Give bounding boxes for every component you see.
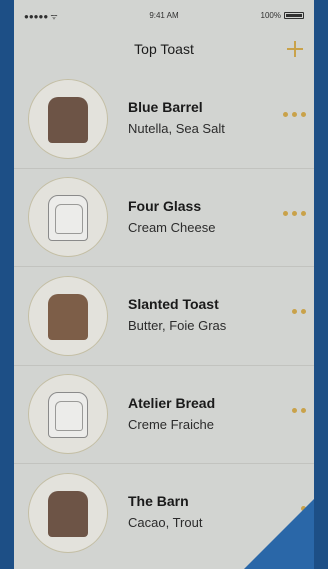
battery-indicator: 100% [261, 11, 304, 20]
battery-percent: 100% [260, 11, 281, 20]
toast-topping: Butter, Foie Gras [128, 318, 227, 333]
toast-name: Blue Barrel [128, 99, 203, 115]
star-icon [292, 309, 297, 314]
list-item[interactable]: Four Glass Cream Cheese [14, 169, 314, 267]
toast-thumbnail [28, 374, 108, 455]
add-toast-button[interactable] [280, 34, 310, 64]
toast-thumbnail [28, 177, 108, 258]
star-icon [301, 407, 306, 413]
navigation-bar: Top Toast [14, 30, 314, 70]
toast-icon [48, 293, 88, 340]
list-item[interactable]: Atelier Bread Creme Fraiche [14, 366, 314, 464]
star-icon [292, 210, 297, 216]
battery-icon [284, 12, 304, 19]
toast-topping: Cream Cheese [128, 219, 216, 235]
rating-stars [292, 407, 306, 413]
toast-name: Slanted Toast [128, 296, 219, 312]
star-icon [301, 210, 306, 216]
star-icon [301, 309, 306, 314]
toast-topping: Nutella, Sea Salt [128, 121, 225, 136]
star-icon [292, 112, 297, 117]
star-icon [283, 112, 288, 117]
toast-list: Blue Barrel Nutella, Sea Salt Four Glass Cr… [14, 70, 314, 563]
list-item[interactable]: Blue Barrel Nutella, Sea Salt [14, 70, 314, 169]
toast-icon [48, 195, 88, 242]
toast-name: Four Glass [128, 197, 202, 214]
toast-icon [48, 491, 88, 538]
toast-thumbnail [28, 473, 108, 554]
phone-screen: ●●●●● ᯤ 9:41 AM 100% Top Toast Blue Barr… [14, 0, 314, 569]
toast-topping: Creme Fraiche [128, 416, 214, 432]
page-title: Top Toast [134, 41, 194, 57]
plus-icon-bar-v [294, 41, 296, 57]
toast-name: The Barn [128, 493, 189, 509]
toast-icon [48, 392, 88, 439]
corner-decoration [244, 499, 314, 569]
rating-stars [283, 210, 306, 216]
star-icon [292, 407, 297, 413]
list-item[interactable]: Slanted Toast Butter, Foie Gras [14, 267, 314, 366]
star-icon [301, 112, 306, 117]
toast-thumbnail [28, 78, 108, 159]
rating-stars [283, 112, 306, 117]
toast-icon [48, 96, 88, 143]
toast-thumbnail [28, 275, 108, 356]
status-bar: ●●●●● ᯤ 9:41 AM 100% [14, 8, 314, 22]
toast-topping: Cacao, Trout [128, 515, 203, 530]
star-icon [283, 210, 288, 216]
rating-stars [292, 309, 306, 314]
toast-name: Atelier Bread [128, 394, 216, 411]
